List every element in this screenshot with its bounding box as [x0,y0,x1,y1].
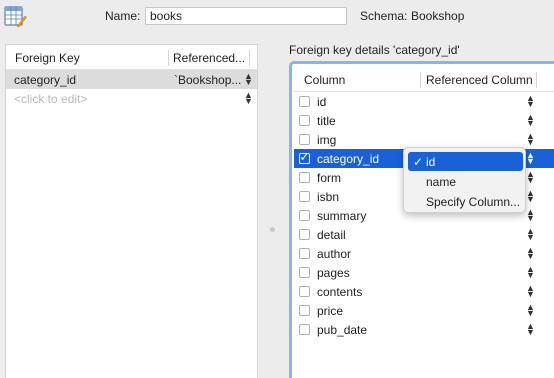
updown-stepper-icon[interactable]: ▲ ▼ [244,91,253,106]
column-name: form [317,171,341,185]
dropdown-option-label: Specify Column... [426,195,521,209]
column-row[interactable]: pages ▲ ▼ [294,263,554,282]
checkmark-icon: ✓ [413,155,424,169]
column-header-referenced[interactable]: Referenced... [173,51,245,65]
column-name: summary [317,209,367,223]
column-name: contents [317,285,363,299]
column-divider[interactable] [249,50,250,66]
column-name: id [317,95,327,109]
updown-stepper-icon[interactable]: ▲ ▼ [526,94,535,109]
dropdown-option-id[interactable]: ✓ id [408,152,523,171]
column-checkbox[interactable] [299,267,310,278]
column-row[interactable]: id ▲ ▼ [294,92,554,111]
updown-stepper-icon[interactable]: ▲ ▼ [526,189,535,204]
dropdown-option-label: id [426,155,436,169]
column-checkbox[interactable] [299,229,310,240]
top-bar: Name: books Schema: Bookshop [0,0,554,34]
updown-stepper-icon[interactable]: ▲ ▼ [526,303,535,318]
column-checkbox[interactable] [299,134,310,145]
column-checkbox[interactable] [299,172,310,183]
column-header-foreign-key[interactable]: Foreign Key [15,51,80,65]
column-checkbox[interactable] [299,115,310,126]
column-header-column[interactable]: Column [304,73,345,87]
column-row[interactable]: pub_date ▲ ▼ [294,320,554,339]
updown-stepper-icon[interactable]: ▲ ▼ [526,151,535,166]
name-field[interactable]: books [145,7,347,25]
details-title: Foreign key details 'category_id' [289,43,460,57]
updown-stepper-icon[interactable]: ▲ ▼ [526,208,535,223]
column-name: isbn [317,190,340,204]
updown-stepper-icon[interactable]: ▲ ▼ [526,284,535,299]
schema-value: Bookshop [411,9,465,23]
updown-stepper-icon[interactable]: ▲ ▼ [526,265,535,280]
fk-details-table[interactable]: Column Referenced Column id ▲ ▼ title ▲ ▼ img ▲… [289,61,554,378]
column-name: pages [317,266,350,280]
foreign-keys-table[interactable]: Foreign Key Referenced... category_id `B… [5,44,258,378]
updown-stepper-icon[interactable]: ▲ ▼ [526,227,535,242]
column-header-referenced-column[interactable]: Referenced Column [426,73,533,87]
column-row[interactable]: title ▲ ▼ [294,111,554,130]
column-name: img [317,133,337,147]
column-divider[interactable] [420,72,421,88]
referenced-column-dropdown[interactable]: ✓ id name Specify Column... [403,147,526,213]
column-row[interactable]: author ▲ ▼ [294,244,554,263]
column-checkbox[interactable] [299,191,310,202]
column-name: category_id [317,152,380,166]
updown-stepper-icon[interactable]: ▲ ▼ [244,72,253,87]
column-name: author [317,247,352,261]
column-checkbox[interactable] [299,210,310,221]
updown-stepper-icon[interactable]: ▲ ▼ [526,170,535,185]
column-checkbox[interactable] [299,248,310,259]
column-name: price [317,304,344,318]
foreign-key-row-new[interactable]: <click to edit> ▲ ▼ [6,89,257,108]
dropdown-option-label: name [426,175,457,189]
dropdown-option-specify-column[interactable]: Specify Column... [408,192,523,211]
checkmark-icon: ✓ [299,150,310,164]
column-row[interactable]: contents ▲ ▼ [294,282,554,301]
fk-details-header: Column Referenced Column [294,66,554,92]
schema-label: Schema: [360,9,408,23]
updown-stepper-icon[interactable]: ▲ ▼ [526,113,535,128]
column-checkbox[interactable] [299,96,310,107]
column-divider[interactable] [536,72,537,88]
split-view-handle[interactable] [270,227,275,232]
column-divider[interactable] [168,50,169,66]
column-name: pub_date [317,323,368,337]
column-row[interactable]: price ▲ ▼ [294,301,554,320]
updown-stepper-icon[interactable]: ▲ ▼ [526,132,535,147]
dropdown-option-name[interactable]: name [408,172,523,191]
referenced-table[interactable]: `Bookshop... [174,73,242,87]
column-checkbox[interactable] [299,286,310,297]
updown-stepper-icon[interactable]: ▲ ▼ [526,246,535,261]
column-checkbox[interactable] [299,324,310,335]
table-editor-icon [4,6,27,28]
foreign-keys-header: Foreign Key Referenced... [6,45,257,70]
foreign-key-name[interactable]: category_id [14,73,76,87]
column-checkbox[interactable] [299,305,310,316]
column-name: detail [317,228,346,242]
updown-stepper-icon[interactable]: ▲ ▼ [526,322,535,337]
name-label: Name: [105,9,141,23]
column-name: title [317,114,336,128]
foreign-key-row[interactable]: category_id `Bookshop... ▲ ▼ [6,70,257,89]
click-to-edit-placeholder[interactable]: <click to edit> [14,92,87,106]
column-row[interactable]: detail ▲ ▼ [294,225,554,244]
